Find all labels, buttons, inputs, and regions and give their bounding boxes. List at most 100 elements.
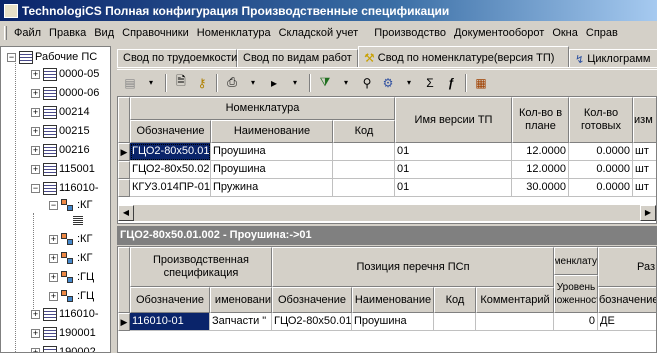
cell-level[interactable]: 0	[554, 313, 598, 331]
header-pos-code[interactable]: Обозначение	[272, 287, 352, 313]
tree-subitem[interactable]: +:ГЦ	[49, 288, 94, 304]
scroll-right-icon[interactable]: ▶	[640, 205, 656, 221]
function-icon[interactable]: ƒ	[442, 73, 460, 93]
expand-icon[interactable]: +	[49, 291, 58, 301]
dropdown-arrow-icon[interactable]: ▾	[142, 73, 160, 93]
header-qty-plan[interactable]: Кол-во в плане	[512, 97, 569, 143]
cell-kod[interactable]	[333, 179, 395, 197]
cell-code[interactable]: ГЦО2-80х50.01	[130, 143, 211, 161]
print-icon[interactable]: ⎙	[223, 73, 241, 93]
header-pos-kod[interactable]: Код	[434, 287, 476, 313]
header-qty-ready[interactable]: Кол-во готовых	[569, 97, 633, 143]
tree-subitem[interactable]: −:КГ	[49, 197, 92, 213]
play-icon[interactable]: ▸	[265, 73, 283, 93]
cell-version[interactable]: 01	[395, 143, 512, 161]
menu-warehouse[interactable]: Складской учет	[275, 24, 363, 42]
menu-edit[interactable]: Правка	[45, 24, 90, 42]
expand-icon[interactable]: +	[31, 88, 40, 98]
tab-nomenclature[interactable]: ⚒ Свод по номенклатуре(версия ТП)	[358, 46, 569, 67]
cell-pos-name[interactable]: Проушина	[352, 313, 434, 331]
table-settings-icon[interactable]: ▦	[472, 73, 490, 93]
cell-qty-plan[interactable]: 30.0000	[512, 179, 569, 197]
cell-part-code[interactable]: ДЕ	[598, 313, 656, 331]
expand-icon[interactable]: +	[31, 126, 40, 136]
tree-subitem[interactable]: +:ГЦ	[49, 269, 94, 285]
cell-name[interactable]: Проушина	[211, 161, 333, 179]
cell-unit[interactable]: шт	[633, 161, 656, 179]
header-pos-name[interactable]: Наименование	[352, 287, 434, 313]
header-level[interactable]: Уровень вложенности	[554, 275, 598, 313]
expand-icon[interactable]: +	[31, 69, 40, 79]
tree-item[interactable]: +190002	[31, 344, 96, 352]
tree-subitem[interactable]: +:КГ	[49, 231, 92, 247]
cell-qty-plan[interactable]: 12.0000	[512, 161, 569, 179]
cell-version[interactable]: 01	[395, 179, 512, 197]
tab-labor[interactable]: Свод по трудоемкости	[117, 49, 237, 67]
cell-spec-name[interactable]: Запчасти "	[210, 313, 272, 331]
header-spec-code[interactable]: Обозначение	[130, 287, 210, 313]
header-spec-name[interactable]: именовани	[210, 287, 272, 313]
header-kod[interactable]: Код	[333, 120, 395, 143]
cell-pos-kod[interactable]	[434, 313, 476, 331]
cell-qty-ready[interactable]: 0.0000	[569, 143, 633, 161]
collapse-icon[interactable]: −	[49, 200, 58, 210]
expand-icon[interactable]: +	[49, 272, 58, 282]
grid-view-icon[interactable]: ▤	[121, 73, 139, 93]
tree-item[interactable]: +00216	[31, 142, 90, 158]
cell-name[interactable]: Пружина	[211, 179, 333, 197]
tree-item[interactable]: +00215	[31, 123, 90, 139]
menu-help[interactable]: Справ	[582, 24, 622, 42]
tree-item[interactable]: +00214	[31, 104, 90, 120]
tree-leaf[interactable]	[73, 213, 85, 229]
menu-production[interactable]: Производство	[370, 24, 450, 42]
menu-windows[interactable]: Окна	[548, 24, 582, 42]
menu-nomenclature[interactable]: Номенклатура	[193, 24, 275, 42]
expand-icon[interactable]: +	[49, 234, 58, 244]
cell-spec-code[interactable]: 116010-01	[130, 313, 210, 331]
expand-icon[interactable]: +	[31, 309, 40, 319]
cell-version[interactable]: 01	[395, 161, 512, 179]
header-name[interactable]: Наименование	[211, 120, 333, 143]
cell-pos-comment[interactable]	[476, 313, 554, 331]
cell-kod[interactable]	[333, 161, 395, 179]
cell-qty-ready[interactable]: 0.0000	[569, 179, 633, 197]
dropdown-arrow-icon[interactable]: ▾	[286, 73, 304, 93]
cell-code[interactable]: КГУ3.014ПР-01	[130, 179, 211, 197]
menu-docflow[interactable]: Документооборот	[450, 24, 548, 42]
cell-pos-code[interactable]: ГЦО2-80х50.01	[272, 313, 352, 331]
dropdown-arrow-icon[interactable]: ▾	[244, 73, 262, 93]
tree-item[interactable]: +115001	[31, 161, 95, 177]
tree-subitem[interactable]: +:КГ	[49, 250, 92, 266]
document-icon[interactable]: 🗎	[172, 73, 190, 93]
tree-item[interactable]: +0000-06	[31, 85, 99, 101]
collapse-icon[interactable]: −	[7, 52, 16, 62]
cell-name[interactable]: Проушина	[211, 143, 333, 161]
expand-icon[interactable]: +	[31, 107, 40, 117]
cell-qty-plan[interactable]: 12.0000	[512, 143, 569, 161]
filter-icon[interactable]: ⧩	[316, 73, 334, 93]
expand-icon[interactable]: +	[31, 347, 40, 352]
header-version[interactable]: Имя версии ТП	[395, 97, 512, 143]
cell-code[interactable]: ГЦО2-80х50.02	[130, 161, 211, 179]
tree-item[interactable]: +116010-	[31, 306, 99, 322]
collapse-icon[interactable]: −	[31, 183, 40, 193]
expand-icon[interactable]: +	[49, 253, 58, 263]
cell-unit[interactable]: шт	[633, 143, 656, 161]
tab-work-types[interactable]: Свод по видам работ	[237, 49, 358, 67]
cell-kod[interactable]	[333, 143, 395, 161]
header-part-code[interactable]: бозначение	[598, 287, 656, 313]
menu-file[interactable]: Файл	[10, 24, 45, 42]
tree-panel[interactable]: − Рабочие ПС +0000-05 +0000-06 +00214 +0…	[0, 46, 111, 353]
menu-view[interactable]: Вид	[90, 24, 118, 42]
specification-grid[interactable]: Производственная спецификация Позиция пе…	[117, 246, 657, 353]
sum-icon[interactable]: Σ	[421, 73, 439, 93]
header-unit[interactable]: изм	[633, 97, 656, 143]
binoculars-icon[interactable]: ⚲	[358, 73, 376, 93]
header-pos-comment[interactable]: Комментарий	[476, 287, 554, 313]
tree-root[interactable]: − Рабочие ПС	[7, 49, 97, 65]
tab-cyclogram[interactable]: ↯ Циклограмм	[569, 49, 657, 67]
scroll-left-icon[interactable]: ◀	[118, 205, 134, 221]
dropdown-arrow-icon[interactable]: ▾	[400, 73, 418, 93]
expand-icon[interactable]: +	[31, 328, 40, 338]
cell-unit[interactable]: шт	[633, 179, 656, 197]
